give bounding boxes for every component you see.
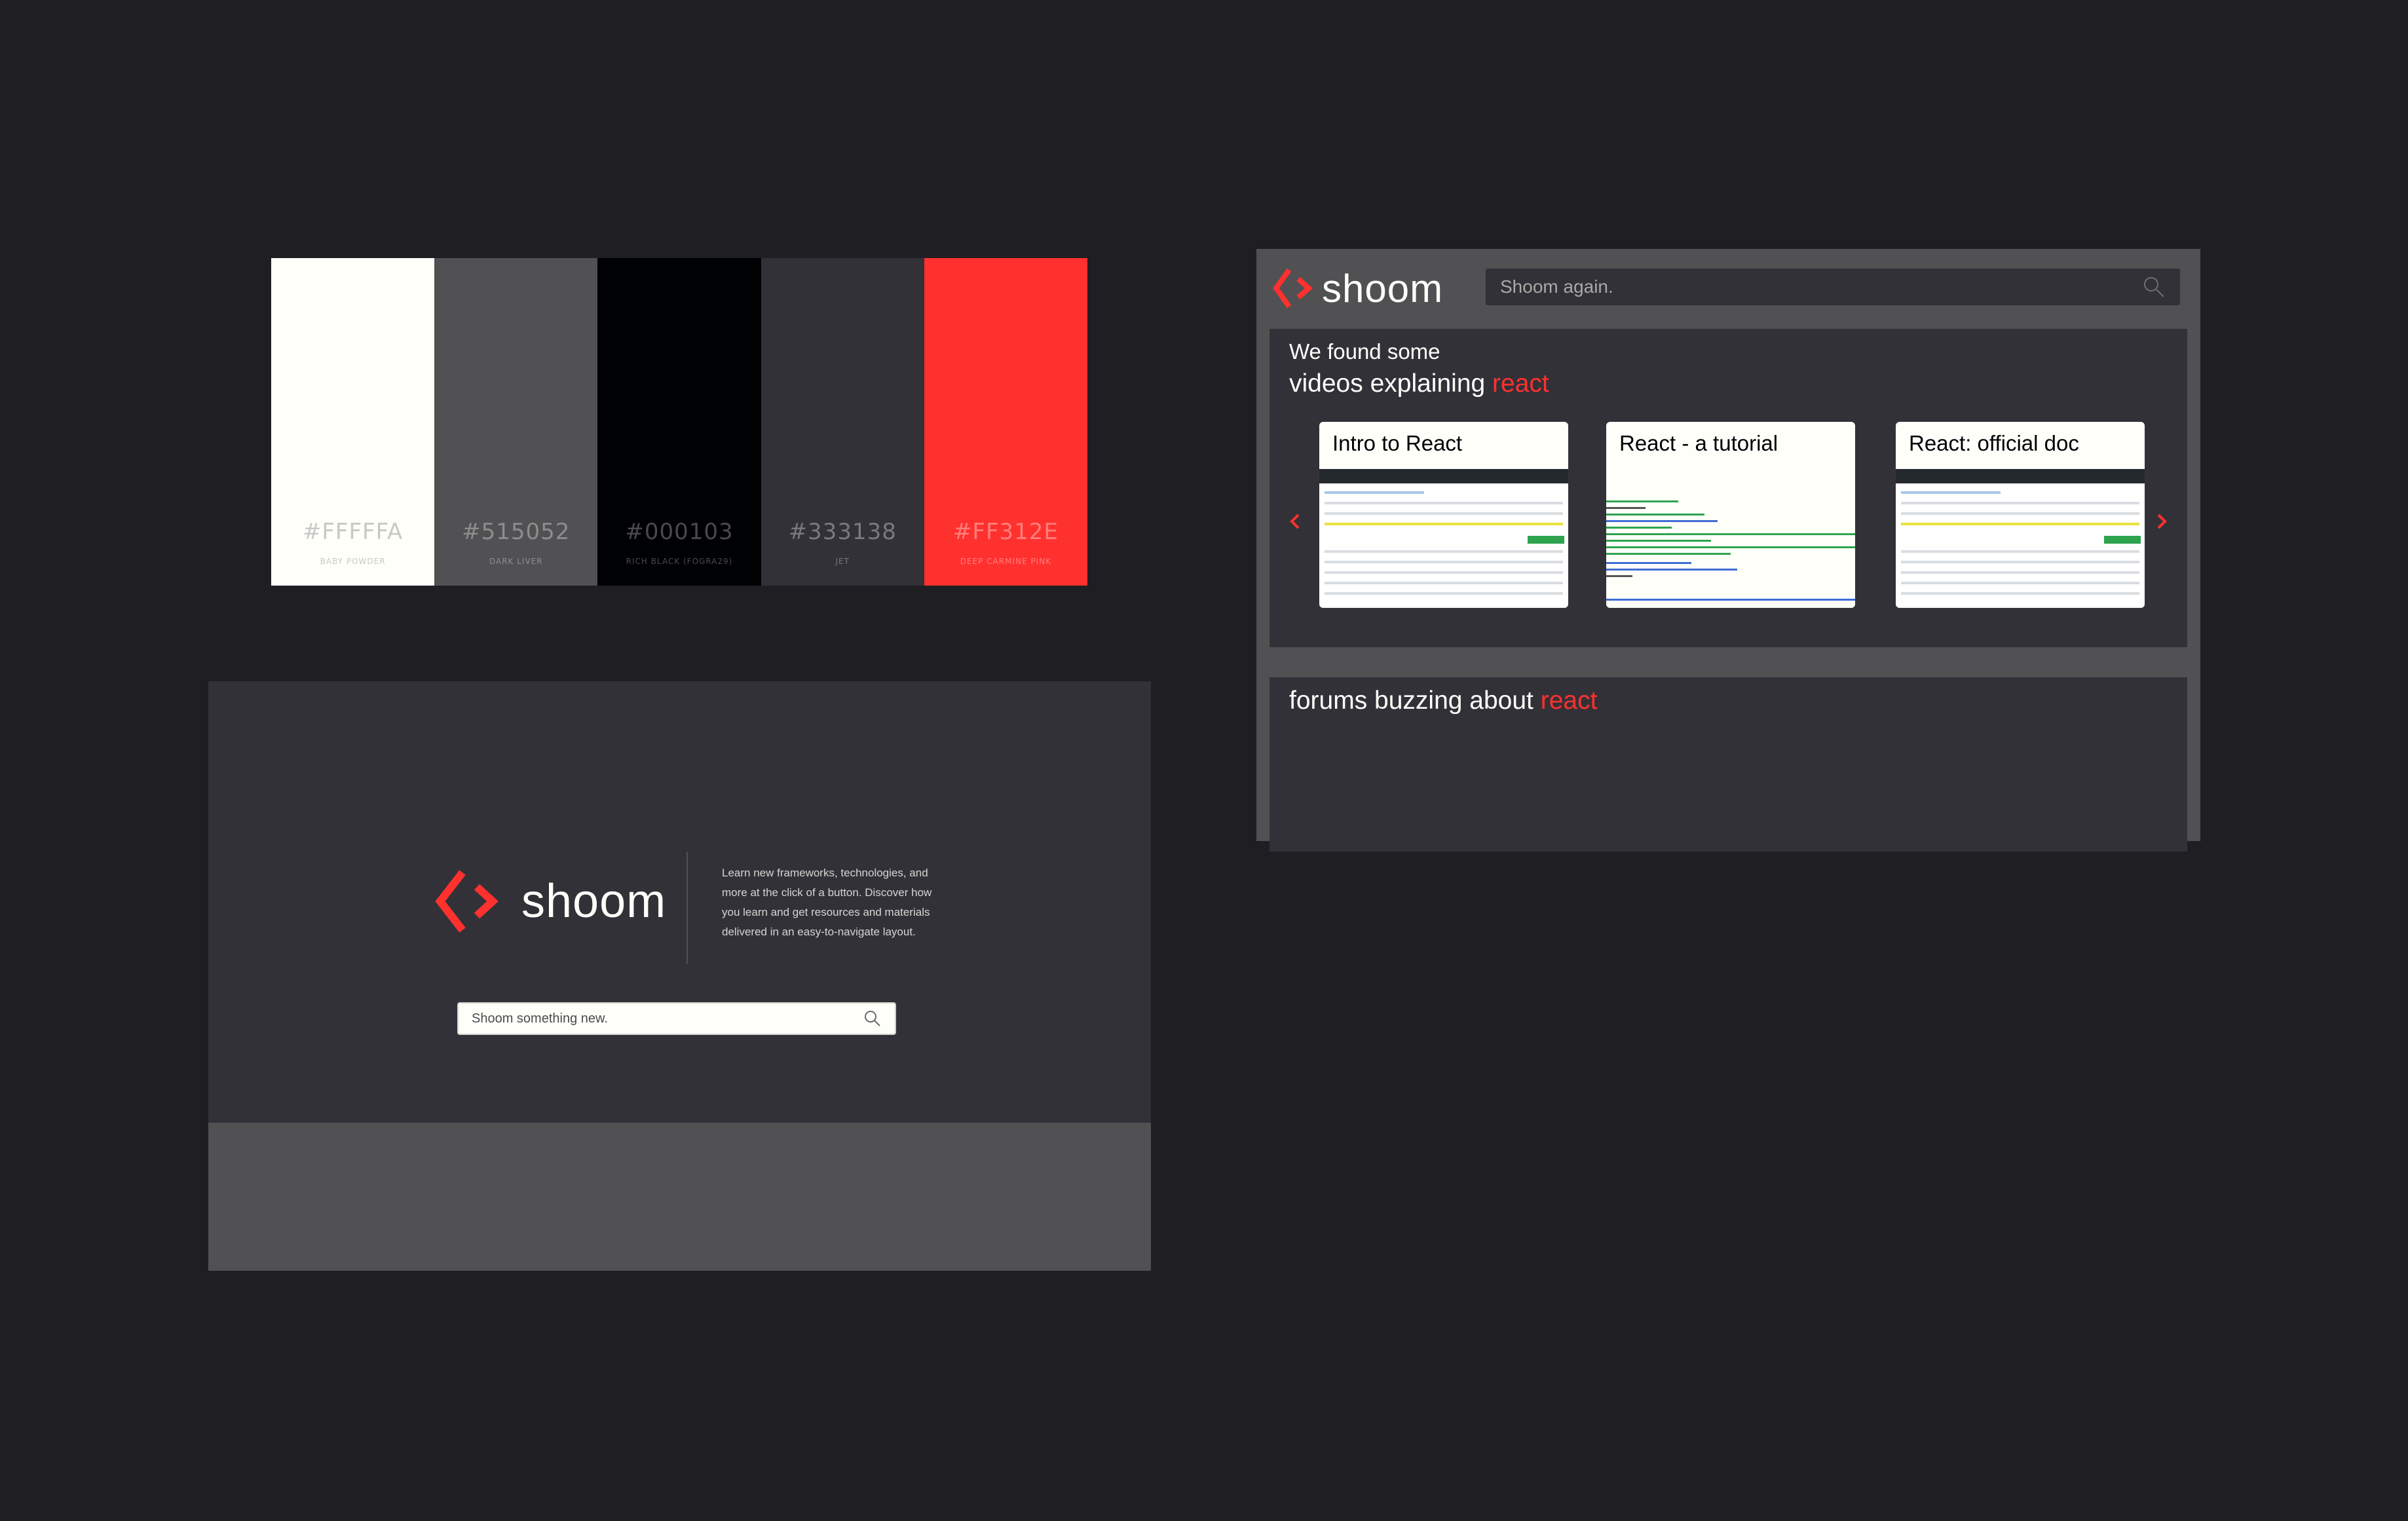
video-card[interactable]: Intro to React [1319, 422, 1568, 608]
video-card-title: Intro to React [1332, 431, 1463, 455]
brand-name: shoom [521, 875, 667, 928]
swatch-jet: #333138 JET [761, 258, 924, 586]
divider [687, 852, 688, 964]
swatch-hex: #000103 [625, 519, 734, 545]
swatch-name: BABY POWDER [320, 557, 386, 566]
video-thumbnail[interactable] [1606, 469, 1855, 608]
results-page: shoom We found some videos explaining re… [1256, 249, 2200, 852]
search-term: react [1540, 686, 1598, 715]
thumb-line [1606, 533, 1855, 535]
landing-page: shoom Learn new frameworks, technologies… [208, 681, 1151, 1271]
thumb-line [1901, 582, 2139, 584]
landing-search-bar[interactable] [457, 1002, 896, 1035]
video-card-title: React: official doc [1909, 431, 2079, 455]
thumb-line [1325, 550, 1563, 553]
thumb-button [2104, 536, 2141, 544]
swatch-name: RICH BLACK (FOGRA29) [626, 557, 733, 566]
thumb-line [1901, 502, 2139, 504]
video-card-title: React - a tutorial [1619, 431, 1778, 455]
thumb-line [1901, 592, 2139, 595]
results-logo[interactable]: shoom [1272, 262, 1443, 314]
forums-heading: forums buzzing about react [1289, 686, 1597, 715]
thumb-line [1901, 523, 2139, 525]
thumb-line [1606, 546, 1855, 548]
thumb-line [1901, 491, 2001, 494]
thumb-button [1528, 536, 1564, 544]
swatch-hex: #FF312E [952, 519, 1059, 545]
videos-panel: We found some videos explaining react In… [1270, 329, 2187, 647]
code-brackets-icon [435, 870, 499, 933]
search-term: react [1492, 369, 1549, 398]
thumb-line [1606, 507, 1646, 509]
video-card[interactable]: React: official doc [1896, 422, 2145, 608]
thumb-line [1606, 562, 1691, 564]
thumb-line [1901, 561, 2139, 563]
swatch-hex: #333138 [788, 519, 897, 545]
videos-heading-line2: videos explaining react [1289, 369, 1549, 398]
thumb-line [1606, 575, 1632, 577]
swatch-name: JET [835, 557, 850, 566]
landing-footer [208, 1123, 1151, 1271]
landing-description: Learn new frameworks, technologies, and … [722, 867, 932, 938]
forums-heading-prefix: forums buzzing about [1289, 686, 1541, 715]
video-thumbnail[interactable] [1896, 469, 2145, 608]
thumb-line [1325, 523, 1563, 525]
thumb-line [1606, 514, 1704, 516]
swatch-name: DARK LIVER [489, 557, 543, 566]
thumb-line [1325, 561, 1563, 563]
thumb-line [1325, 592, 1563, 595]
thumb-topbar [1896, 469, 2145, 483]
chevron-right-icon[interactable] [2152, 510, 2172, 533]
forums-panel: forums buzzing about react [1270, 677, 2187, 852]
swatch-dark-liver: #515052 DARK LIVER [434, 258, 598, 586]
thumb-line [1606, 569, 1737, 571]
videos-heading-line1: We found some [1289, 339, 1440, 364]
thumb-line [1325, 512, 1563, 515]
search-input[interactable] [472, 1011, 863, 1026]
thumb-line [1606, 599, 1855, 601]
search-icon[interactable] [2142, 275, 2166, 299]
search-icon[interactable] [863, 1009, 882, 1028]
thumb-line [1901, 550, 2139, 553]
swatch-hex: #515052 [462, 519, 571, 545]
thumb-line [1606, 527, 1672, 529]
swatch-name: DEEP CARMINE PINK [960, 557, 1052, 566]
thumb-topbar [1319, 469, 1568, 483]
thumb-line [1606, 500, 1678, 502]
video-card[interactable]: React - a tutorial [1606, 422, 1855, 608]
swatch-hex: #FFFFFA [302, 519, 404, 545]
thumb-line [1325, 571, 1563, 574]
brand-name: shoom [1322, 266, 1444, 310]
code-brackets-icon [1273, 268, 1313, 309]
swatch-baby-powder: #FFFFFA BABY POWDER [271, 258, 435, 586]
thumb-line [1606, 553, 1731, 555]
thumb-line [1901, 571, 2139, 574]
results-search-bar[interactable] [1486, 269, 2180, 305]
swatch-rich-black: #000103 RICH BLACK (FOGRA29) [597, 258, 761, 586]
thumb-line [1606, 540, 1711, 542]
swatch-deep-carmine-pink: #FF312E DEEP CARMINE PINK [924, 258, 1088, 586]
thumb-line [1606, 520, 1718, 522]
thumb-line [1325, 502, 1563, 504]
video-thumbnail[interactable] [1319, 469, 1568, 608]
videos-heading-prefix: videos explaining [1289, 369, 1493, 398]
chevron-left-icon[interactable] [1285, 510, 1305, 533]
landing-logo[interactable]: shoom [435, 869, 666, 934]
thumb-line [1901, 512, 2139, 515]
color-palette: #FFFFFA BABY POWDER #515052 DARK LIVER #… [271, 258, 1088, 586]
thumb-line [1325, 582, 1563, 584]
thumb-line [1325, 491, 1424, 494]
search-input[interactable] [1500, 276, 2142, 297]
